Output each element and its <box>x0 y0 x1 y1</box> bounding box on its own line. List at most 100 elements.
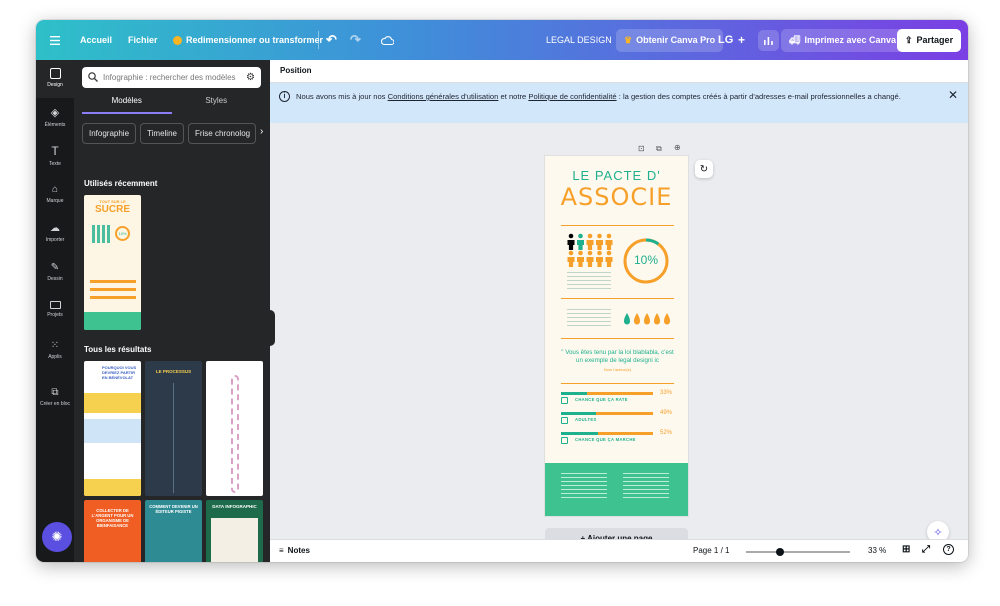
stat-icon <box>561 437 568 444</box>
quote-author: Nom l'auteur(e) <box>603 367 632 372</box>
collapse-panel-handle[interactable] <box>270 310 275 346</box>
rail-upload[interactable]: ☁ Importer <box>36 223 74 243</box>
rail-brand[interactable]: ⌂ Marque <box>36 184 74 204</box>
magic-icon[interactable]: ✺ <box>42 522 72 552</box>
divider <box>561 338 674 339</box>
template-thumb-editeur[interactable]: COMMENT DEVENIR UN ÉDITEUR PIGISTE <box>145 500 202 562</box>
grid-icon: ⁙ <box>50 340 60 351</box>
templates-panel: Infographie : rechercher des modèles ⚙ M… <box>74 60 270 562</box>
redo-icon[interactable]: ↷ <box>350 32 361 48</box>
design-page[interactable]: LE PACTE D' ASSOCIE 10% " Vous êtes tenu… <box>545 156 688 516</box>
thumb-band <box>84 419 141 443</box>
notice-text: et notre <box>498 92 529 101</box>
template-thumb-timeline[interactable]: Timeline <box>206 361 263 496</box>
stat-row: ADULTES 49% <box>561 410 674 428</box>
brand-icon: ⌂ <box>51 184 59 195</box>
home-link[interactable]: Accueil <box>80 35 112 45</box>
rail-bulk-create[interactable]: ⧉ Créer en bloc <box>36 387 74 407</box>
avatar[interactable]: LG <box>718 34 733 46</box>
chevron-right-icon[interactable]: › <box>260 123 263 144</box>
folder-icon <box>49 301 61 309</box>
rail-elements[interactable]: ◈ Éléments <box>36 106 74 128</box>
template-thumb-sucre[interactable]: TOUT SUR LE SUCRE 10% <box>84 195 141 330</box>
tab-models[interactable]: Modèles <box>82 96 172 114</box>
layout-icon <box>49 68 61 79</box>
template-thumb-argent[interactable]: COLLECTER DE L'ARGENT POUR UN ORGANISME … <box>84 500 141 562</box>
stat-label: ADULTES <box>575 417 597 422</box>
page-indicator[interactable]: Page 1 / 1 <box>693 546 729 555</box>
thumb-title: SUCRE <box>94 204 130 215</box>
share-button[interactable]: ⇪ Partager <box>897 28 962 52</box>
rail-design[interactable]: Design <box>36 60 74 98</box>
quote-text: " Vous êtes tenu par la loi blablabla, c… <box>561 349 674 364</box>
grid-view-icon[interactable]: ⊞ <box>902 544 910 555</box>
rail-draw[interactable]: ✎ Dessin <box>36 262 74 282</box>
body-text <box>567 272 611 292</box>
stat-row: CHANCE QUE ÇA MARCHE 52% <box>561 430 674 448</box>
thumb-band <box>84 479 141 496</box>
context-toolbar: Position <box>270 60 968 83</box>
stat-icon <box>561 417 568 424</box>
get-pro-button[interactable]: ♛ Obtenir Canva Pro <box>616 28 724 52</box>
upload-icon: ⇪ <box>905 34 913 45</box>
print-button[interactable]: 🚚︎ Imprimez avec Canva <box>781 28 904 52</box>
rail-projects[interactable]: Projets <box>36 301 74 318</box>
pen-icon: ✎ <box>50 262 60 273</box>
chip-timeline[interactable]: Timeline <box>140 123 184 144</box>
terms-link[interactable]: Conditions générales d'utilisation <box>388 92 499 101</box>
tab-styles[interactable]: Styles <box>172 96 262 114</box>
cloud-save-icon[interactable] <box>381 35 394 45</box>
stat-label: CHANCE QUE ÇA MARCHE <box>575 437 636 442</box>
thumb-bar <box>90 296 136 299</box>
add-page-icon[interactable]: ⊕ <box>674 143 681 152</box>
lock-icon[interactable]: ⊡ <box>638 144 645 153</box>
crown-icon: ♛ <box>624 34 633 45</box>
zoom-slider-thumb[interactable] <box>776 548 785 556</box>
stat-value: 52% <box>660 430 673 436</box>
template-search[interactable]: Infographie : rechercher des modèles ⚙ <box>82 67 261 88</box>
chip-chronology[interactable]: Frise chronolog <box>187 123 256 144</box>
thumb-title: LE PROCESSUS <box>155 369 192 374</box>
truck-icon: 🚚︎ <box>789 34 801 45</box>
refresh-icon[interactable]: ↻ <box>695 160 713 178</box>
rail-apps[interactable]: ⁙ Applis <box>36 340 74 360</box>
cloud-upload-icon: ☁ <box>50 223 60 234</box>
fullscreen-icon[interactable]: ⤢ <box>922 544 930 555</box>
document-title[interactable]: LEGAL DESIGN <box>546 35 612 45</box>
info-icon: i <box>279 91 290 102</box>
filter-icon[interactable]: ⚙ <box>246 72 255 83</box>
notes-icon: ≡ <box>279 546 284 555</box>
zoom-level[interactable]: 33 % <box>868 546 886 555</box>
divider <box>561 298 674 299</box>
rail-label: Applis <box>48 354 62 360</box>
design-title-2: ASSOCIE <box>560 183 673 211</box>
file-menu[interactable]: Fichier <box>128 35 158 45</box>
notes-button[interactable]: ≡ Notes <box>279 546 310 555</box>
undo-icon[interactable]: ↶ <box>326 32 337 48</box>
crown-icon <box>173 35 182 45</box>
position-button[interactable]: Position <box>280 66 312 75</box>
duplicate-icon[interactable]: ⧉ <box>656 144 662 154</box>
chip-infographic[interactable]: Infographie <box>82 123 137 144</box>
recent-heading: Utilisés récemment <box>84 179 158 188</box>
zoom-slider[interactable] <box>746 548 850 556</box>
close-icon[interactable]: ✕ <box>948 89 958 101</box>
help-icon[interactable]: ? <box>943 544 954 555</box>
resize-button[interactable]: Redimensionner ou transformer <box>173 35 323 45</box>
analytics-icon[interactable] <box>758 29 779 51</box>
privacy-link[interactable]: Politique de confidentialité <box>528 92 616 101</box>
rail-text[interactable]: T Texte <box>36 144 74 167</box>
search-input[interactable]: Infographie : rechercher des modèles <box>103 73 241 82</box>
notes-label: Notes <box>287 546 310 555</box>
share-label: Partager <box>916 35 954 45</box>
panel-tabs: Modèles Styles <box>82 96 261 114</box>
template-thumb-processus[interactable]: LE PROCESSUS <box>145 361 202 496</box>
menu-icon[interactable] <box>50 35 60 45</box>
add-collaborator-icon[interactable]: + <box>738 33 745 47</box>
template-thumb-data[interactable]: DATA INFOGRAPHIC <box>206 500 263 562</box>
thumb-card <box>211 518 258 562</box>
rail-label: Créer en bloc <box>39 401 70 407</box>
footer-text <box>561 473 607 501</box>
template-thumb-benevolat[interactable]: POURQUOI VOUS DEVRIEZ PARTIR EN BÉNÉVOLA… <box>84 361 141 496</box>
search-icon <box>88 71 98 84</box>
